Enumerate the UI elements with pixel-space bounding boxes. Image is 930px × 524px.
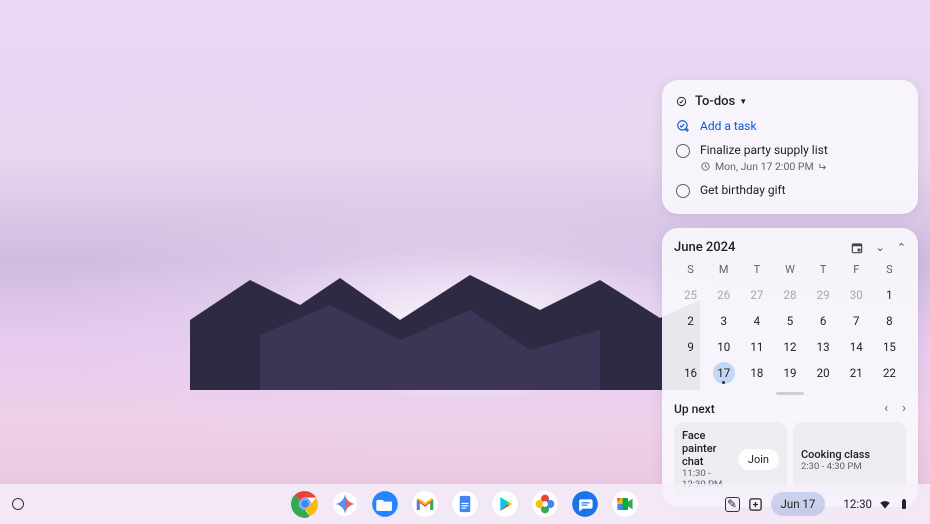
calendar-expand-icon[interactable]: ⌃ [897,241,906,254]
task-title: Finalize party supply list [700,143,829,157]
day-cell[interactable]: 8 [873,308,906,334]
day-cell[interactable]: 16 [674,360,707,386]
day-cell[interactable]: 27 [740,282,773,308]
upnext-next-icon[interactable]: › [902,401,906,416]
launcher-button[interactable] [12,498,24,510]
upnext-label: Up next [674,402,715,416]
event-title: Cooking class [801,448,898,461]
day-cell[interactable]: 4 [740,308,773,334]
app-files-icon[interactable] [371,490,399,518]
dow-cell: F [840,263,873,276]
day-cell[interactable]: 9 [674,334,707,360]
app-play-icon[interactable] [491,490,519,518]
app-docs-icon[interactable] [451,490,479,518]
app-meet-icon[interactable] [611,490,639,518]
join-button[interactable]: Join [738,449,779,470]
day-cell[interactable]: 2 [674,308,707,334]
todos-header[interactable]: To-dos ▼ [676,94,904,109]
dow-cell: T [807,263,840,276]
day-cell[interactable]: 30 [840,282,873,308]
shelf-time-text: 12:30 [843,497,872,511]
dow-cell: T [740,263,773,276]
calendar-month-label: June 2024 [674,240,735,255]
calendar-panel: June 2024 ⌄ ⌃ SMTWTFS 252627282930123456… [662,228,918,507]
app-messages-icon[interactable] [571,490,599,518]
drag-handle[interactable] [776,392,804,395]
task-radio[interactable] [676,184,690,198]
day-cell[interactable]: 6 [807,308,840,334]
calendar-dow-row: SMTWTFS [674,263,906,276]
day-cell[interactable]: 7 [840,308,873,334]
chevron-down-icon: ▼ [739,97,747,106]
app-chrome-icon[interactable] [291,490,319,518]
day-cell[interactable]: 3 [707,308,740,334]
system-tray: ✎ Jun 17 12:30 [725,492,920,516]
add-task-label: Add a task [700,119,757,133]
add-task-button[interactable]: Add a task [676,119,904,133]
day-cell[interactable]: 22 [873,360,906,386]
day-cell[interactable]: 14 [840,334,873,360]
event-title: Face painter chat [682,429,732,468]
upnext-prev-icon[interactable]: ‹ [884,401,888,416]
event-time: 2:30 - 4:30 PM [801,461,898,472]
task-date: Mon, Jun 17 2:00 PM [700,160,829,173]
shelf-date-pill[interactable]: Jun 17 [771,492,826,516]
day-cell[interactable]: 20 [807,360,840,386]
add-desk-icon[interactable] [748,497,763,512]
open-calendar-icon[interactable] [850,241,864,255]
shelf-date-text: Jun 17 [781,497,816,511]
app-gmail-icon[interactable] [411,490,439,518]
task-title: Get birthday gift [700,183,786,197]
day-cell[interactable]: 5 [773,308,806,334]
task-radio[interactable] [676,144,690,158]
task-item[interactable]: Finalize party supply list Mon, Jun 17 2:… [676,143,904,173]
stylus-tools-icon[interactable]: ✎ [725,497,740,512]
dow-cell: S [873,263,906,276]
app-gemini-icon[interactable] [331,490,359,518]
day-cell[interactable]: 19 [773,360,806,386]
day-cell[interactable]: 15 [873,334,906,360]
todos-title: To-dos [695,94,735,109]
dow-cell: W [773,263,806,276]
check-circle-icon [676,96,687,107]
day-cell[interactable]: 11 [740,334,773,360]
day-cell[interactable]: 13 [807,334,840,360]
status-area[interactable]: 12:30 [833,492,920,516]
task-item[interactable]: Get birthday gift [676,183,904,198]
calendar-collapse-icon[interactable]: ⌄ [876,241,885,254]
shelf: ✎ Jun 17 12:30 [0,484,930,524]
day-cell[interactable]: 25 [674,282,707,308]
day-cell[interactable]: 10 [707,334,740,360]
day-cell[interactable]: 1 [873,282,906,308]
day-cell[interactable]: 18 [740,360,773,386]
dow-cell: M [707,263,740,276]
dow-cell: S [674,263,707,276]
battery-icon [898,497,910,511]
day-cell[interactable]: 17 [707,360,740,386]
day-cell[interactable]: 28 [773,282,806,308]
app-photos-icon[interactable] [531,490,559,518]
wifi-icon [878,497,892,511]
day-cell[interactable]: 12 [773,334,806,360]
day-cell[interactable]: 29 [807,282,840,308]
todos-panel: To-dos ▼ Add a task Finalize party suppl… [662,80,918,214]
day-cell[interactable]: 26 [707,282,740,308]
day-cell[interactable]: 21 [840,360,873,386]
add-task-icon [676,119,690,133]
